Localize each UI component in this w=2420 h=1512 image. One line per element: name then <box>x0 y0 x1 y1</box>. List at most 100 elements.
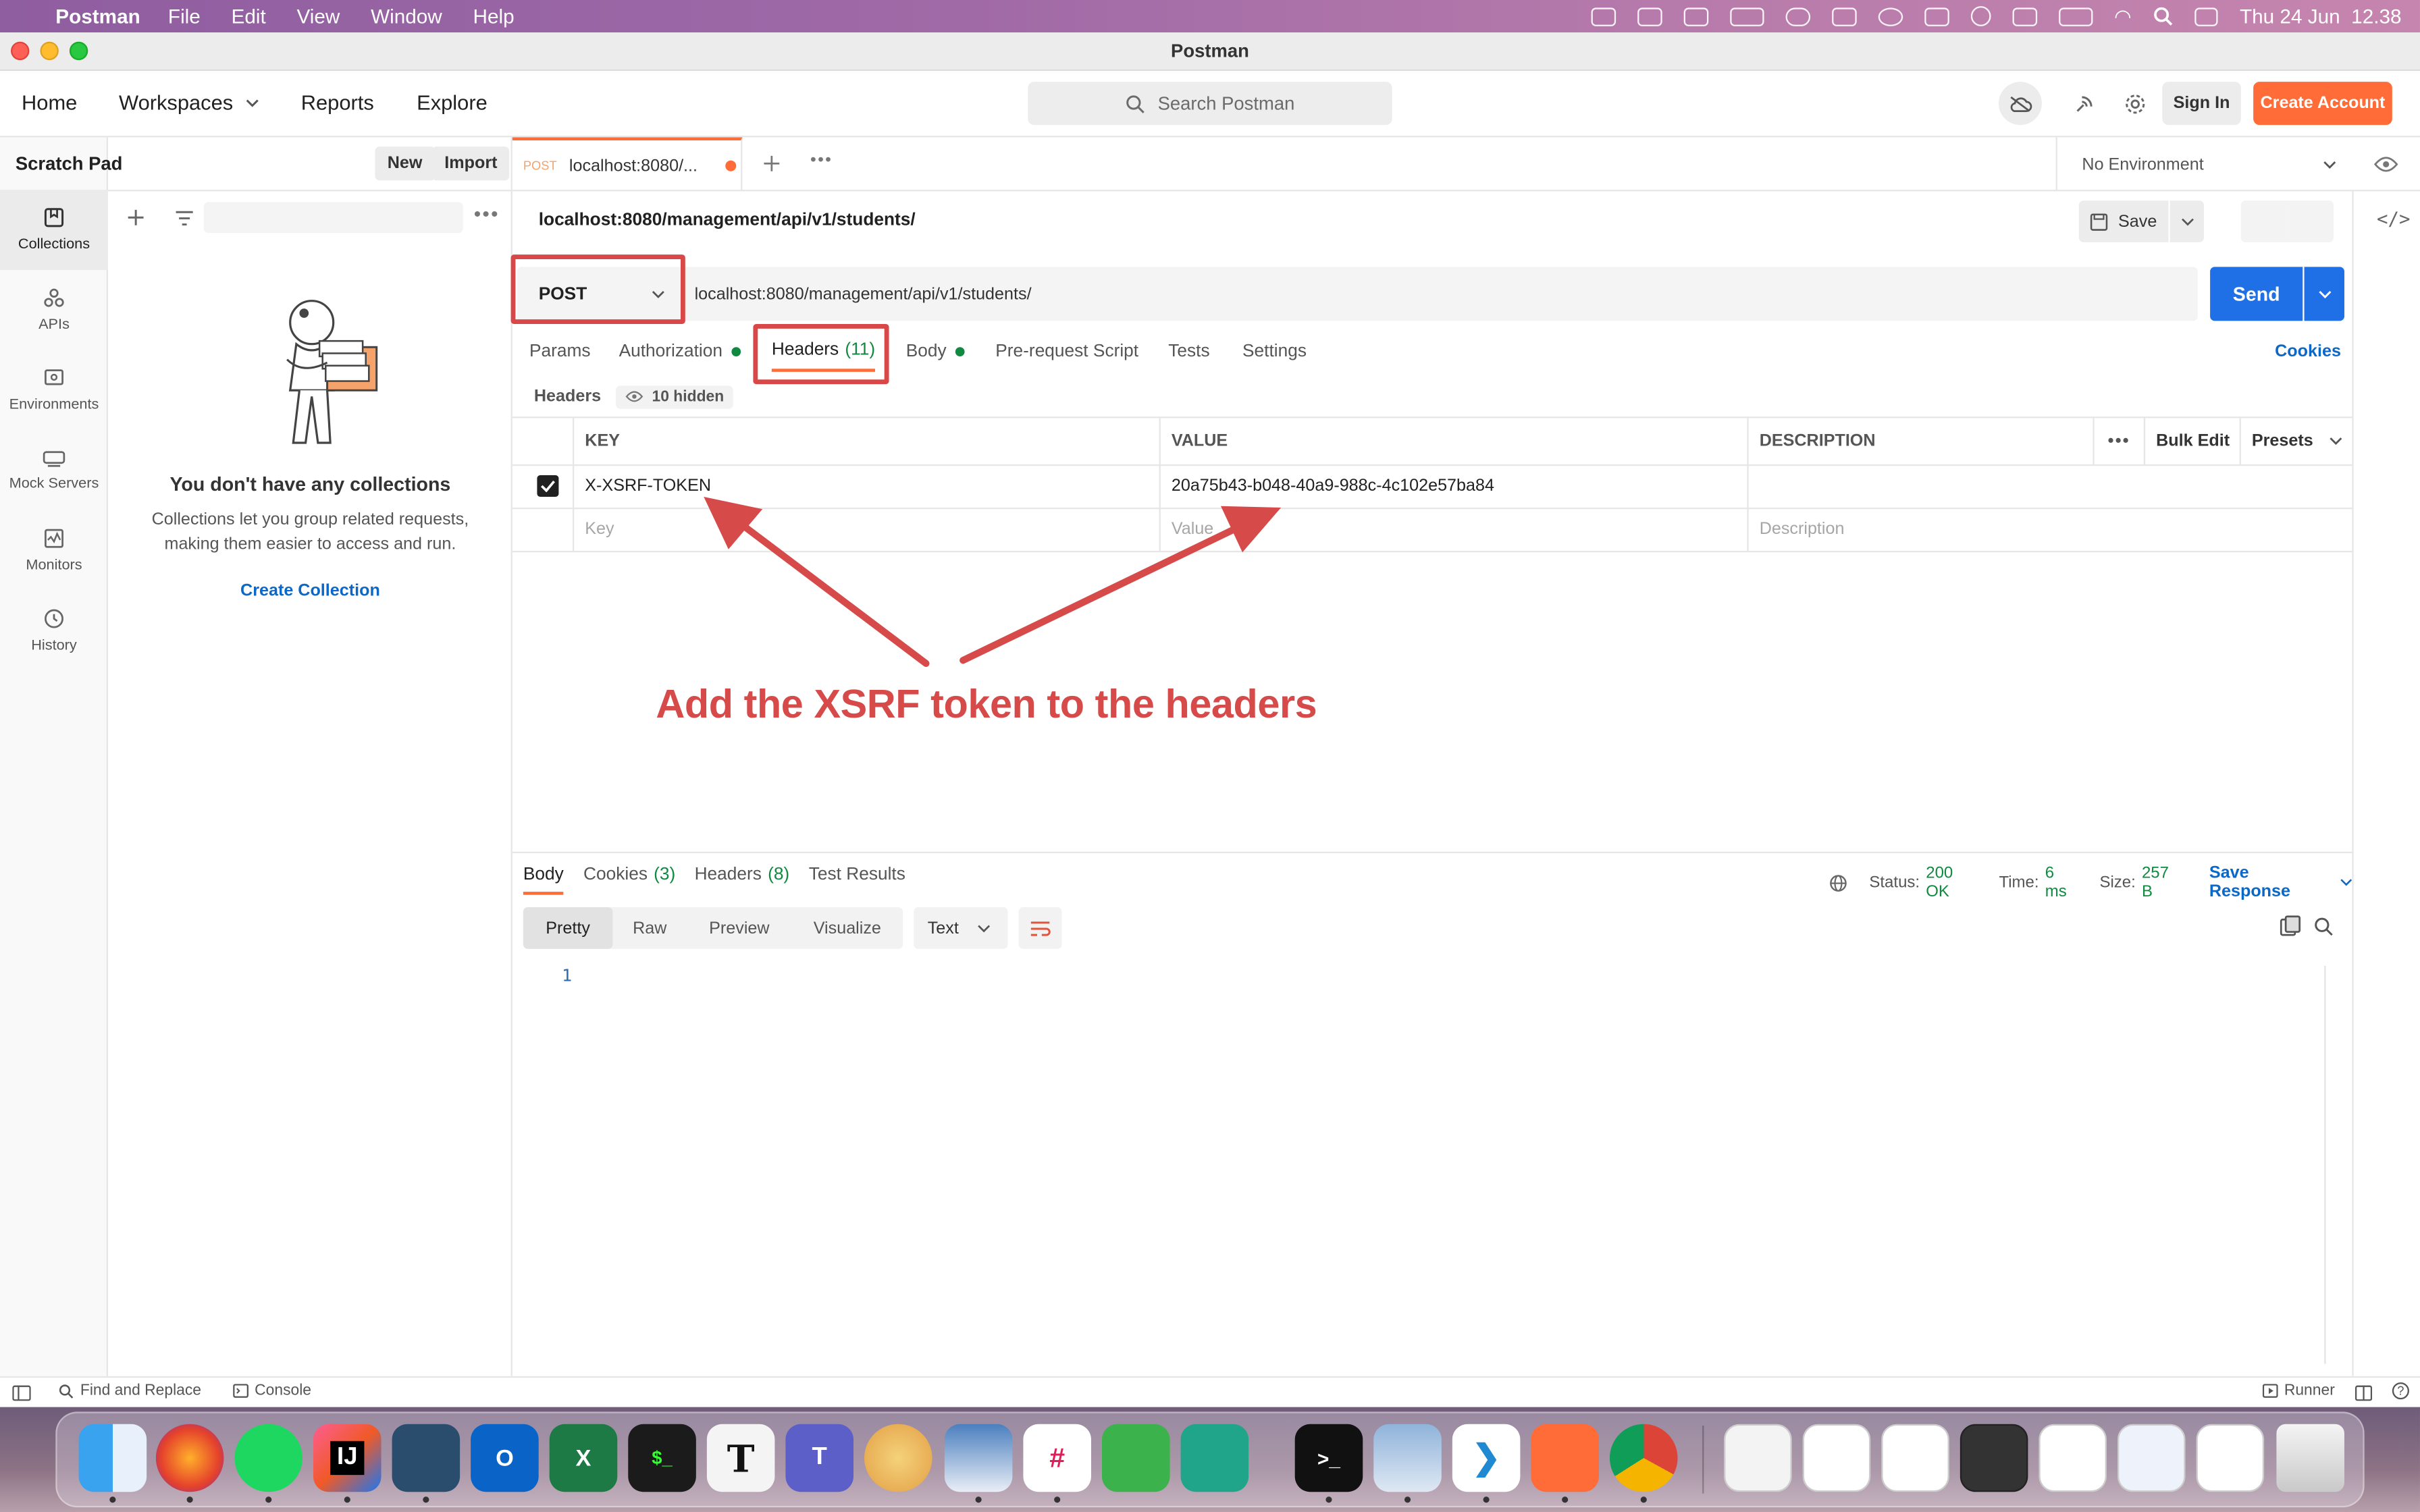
slack-icon[interactable]: # <box>1023 1424 1091 1492</box>
save-button[interactable]: Save <box>2078 200 2169 242</box>
camtasia-icon[interactable] <box>1101 1424 1170 1492</box>
new-button[interactable]: New <box>375 146 435 181</box>
response-tab-cookies[interactable]: Cookies (3) <box>583 858 675 892</box>
edit-button[interactable] <box>2240 200 2288 242</box>
typora-icon[interactable]: T <box>706 1424 775 1492</box>
cookies-link[interactable]: Cookies <box>2275 331 2341 371</box>
response-tab-headers[interactable]: Headers (8) <box>695 858 790 892</box>
status-tray-icon[interactable] <box>1831 7 1857 26</box>
table-more-options-icon[interactable]: ••• <box>2095 418 2146 464</box>
tab-tests[interactable]: Tests <box>1168 331 1209 371</box>
tab-settings[interactable]: Settings <box>1242 331 1307 371</box>
wrap-lines-button[interactable] <box>1018 907 1062 949</box>
zoom-window-button[interactable] <box>69 41 88 61</box>
tab-params[interactable]: Params <box>529 331 591 371</box>
status-value[interactable]: 200 OK <box>1926 864 1977 901</box>
document-thumbnail-icon[interactable] <box>1802 1424 1871 1492</box>
status-tray-icon[interactable] <box>1637 7 1662 26</box>
pdf-file-icon[interactable] <box>1724 1424 1792 1492</box>
firefox-icon[interactable] <box>155 1424 224 1492</box>
play-icon[interactable] <box>1970 6 1991 26</box>
rail-item-history[interactable]: History <box>0 591 108 671</box>
status-tray-icon[interactable] <box>1683 7 1708 26</box>
search-icon[interactable] <box>2313 917 2334 937</box>
save-response-button[interactable]: Save Response <box>2209 864 2327 901</box>
status-tray-icon[interactable] <box>1878 7 1903 26</box>
teams-icon[interactable]: T <box>785 1424 853 1492</box>
tab-options-icon[interactable]: ••• <box>810 151 833 169</box>
nav-workspaces[interactable]: Workspaces <box>119 91 259 114</box>
nav-reports[interactable]: Reports <box>301 91 374 114</box>
menubar-app-name[interactable]: Postman <box>55 5 140 28</box>
hidden-headers-toggle[interactable]: 10 hidden <box>616 385 733 408</box>
vscode-icon[interactable]: ❯ <box>1452 1424 1521 1492</box>
rail-item-apis[interactable]: APIs <box>0 270 108 350</box>
find-replace-button[interactable]: Find and Replace <box>59 1382 201 1399</box>
terminal-icon[interactable]: >_ <box>1294 1424 1363 1492</box>
terminal-app-icon[interactable]: $_ <box>628 1424 696 1492</box>
view-mode-preview[interactable]: Preview <box>687 919 791 937</box>
globe-icon[interactable] <box>1829 873 1848 893</box>
response-scrollbar[interactable] <box>2324 965 2326 1364</box>
satellite-button[interactable] <box>2068 82 2102 125</box>
response-tab-body[interactable]: Body <box>523 858 564 895</box>
sidebar-filter-input[interactable] <box>203 202 463 234</box>
paint-icon[interactable] <box>864 1424 932 1492</box>
sidebar-toggle-icon[interactable] <box>12 1385 31 1401</box>
create-collection-link[interactable]: Create Collection <box>108 582 512 600</box>
menu-edit[interactable]: Edit <box>232 5 266 28</box>
new-description-input[interactable]: Description <box>1749 508 2352 551</box>
wifi-icon[interactable]: ◠ <box>2114 4 2132 29</box>
battery-icon[interactable] <box>2058 7 2093 26</box>
header-description-cell[interactable] <box>1749 464 2352 508</box>
code-snippet-icon[interactable]: </> <box>2377 209 2411 230</box>
response-tab-test-results[interactable]: Test Results <box>809 858 905 892</box>
document-thumbnail-icon[interactable] <box>1881 1424 1949 1492</box>
header-value-cell[interactable]: 20a75b43-b048-40a9-988c-4c102e57ba84 <box>1161 464 1749 508</box>
row-enabled-checkbox[interactable] <box>537 475 559 497</box>
environment-selector[interactable]: No Environment <box>2055 137 2362 192</box>
view-mode-visualize[interactable]: Visualize <box>792 919 903 937</box>
glasses-icon[interactable] <box>1924 7 1949 26</box>
trash-icon[interactable] <box>2276 1424 2344 1492</box>
intellij-icon[interactable]: IJ <box>313 1424 382 1492</box>
view-mode-raw[interactable]: Raw <box>612 919 687 937</box>
tab-body[interactable]: Body <box>906 331 966 371</box>
rail-item-monitors[interactable]: Monitors <box>0 511 108 591</box>
rail-item-collections[interactable]: Collections <box>0 190 108 270</box>
new-value-input[interactable]: Value <box>1161 507 1749 551</box>
excel-icon[interactable]: X <box>549 1424 618 1492</box>
control-center-icon[interactable] <box>2194 7 2218 26</box>
new-tab-icon[interactable] <box>762 155 781 173</box>
time-value[interactable]: 6 ms <box>2045 864 2078 901</box>
sync-cloud-button[interactable] <box>1998 82 2042 126</box>
postman-icon[interactable] <box>1531 1424 1599 1492</box>
nav-explore[interactable]: Explore <box>417 91 488 114</box>
spotify-icon[interactable] <box>234 1424 302 1492</box>
header-key-cell[interactable]: X-XSRF-TOKEN <box>574 464 1161 508</box>
request-tab[interactable]: POST localhost:8080/... <box>512 137 743 192</box>
document-thumbnail-icon[interactable] <box>1959 1424 2028 1492</box>
nav-home[interactable]: Home <box>22 91 77 114</box>
sign-in-button[interactable]: Sign In <box>2162 82 2241 126</box>
help-icon[interactable]: ? <box>2392 1382 2409 1400</box>
eye-icon[interactable] <box>2373 156 2398 173</box>
close-window-button[interactable] <box>10 41 30 61</box>
rail-item-mock-servers[interactable]: Mock Servers <box>0 431 108 511</box>
two-pane-icon[interactable] <box>2355 1385 2373 1401</box>
minimize-window-button[interactable] <box>40 41 59 61</box>
chrome-icon[interactable] <box>1609 1424 1678 1492</box>
filter-icon[interactable] <box>174 210 194 227</box>
menu-help[interactable]: Help <box>473 5 514 28</box>
rail-item-environments[interactable]: Environments <box>0 350 108 431</box>
new-key-input[interactable]: Key <box>574 507 1161 551</box>
size-value[interactable]: 257 B <box>2142 864 2182 901</box>
outlook-icon[interactable]: O <box>471 1424 539 1492</box>
pycharm-icon[interactable] <box>1180 1424 1249 1492</box>
finder-icon[interactable] <box>78 1424 147 1492</box>
tab-prerequest-script[interactable]: Pre-request Script <box>995 331 1138 371</box>
bulk-edit-button[interactable]: Bulk Edit <box>2145 418 2241 464</box>
create-account-button[interactable]: Create Account <box>2253 82 2392 126</box>
document-thumbnail-icon[interactable] <box>2038 1424 2107 1492</box>
presets-dropdown[interactable]: Presets <box>2241 418 2352 464</box>
